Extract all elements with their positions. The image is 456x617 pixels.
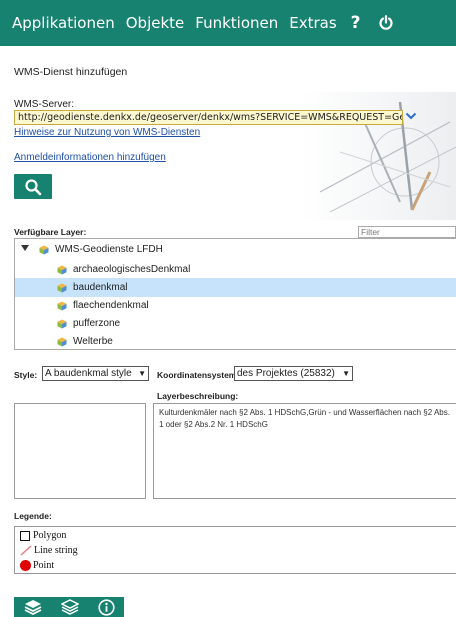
layers-add-icon[interactable] xyxy=(24,599,42,615)
layer-item-archaeologischesdenkmal[interactable]: archaeologischesDenkmal xyxy=(15,260,456,279)
layer-item-welterbe[interactable]: Welterbe xyxy=(15,332,456,351)
layers-icon[interactable] xyxy=(60,599,79,615)
layer-tree-root[interactable]: WMS-Geodienste LFDH xyxy=(15,240,456,259)
legend-box: Polygon Line string Point xyxy=(14,526,456,574)
available-layers-label: Verfügbare Layer: xyxy=(14,227,87,237)
layer-tree: WMS-Geodienste LFDH archaeologischesDenk… xyxy=(14,238,456,350)
menu-applikationen[interactable]: Applikationen xyxy=(12,14,115,32)
legend-item-line-string: Line string xyxy=(20,545,78,556)
line-swatch-icon xyxy=(20,545,32,556)
layer-cube-icon xyxy=(57,301,67,310)
bottom-toolbar xyxy=(14,597,124,617)
dialog-title: WMS-Dienst hinzufügen xyxy=(14,66,128,78)
layer-item-label: archaeologischesDenkmal xyxy=(73,264,191,275)
layer-root-label: WMS-Geodienste LFDH xyxy=(55,244,163,255)
collapse-triangle-icon[interactable] xyxy=(21,245,29,251)
search-icon xyxy=(25,178,42,195)
layer-item-pufferzone[interactable]: pufferzone xyxy=(15,314,456,333)
layer-item-baudenkmal[interactable]: baudenkmal xyxy=(15,278,456,297)
style-select-value: A baudenkmal style xyxy=(45,368,132,379)
layer-description-box: Kulturdenkmäler nach §2 Abs. 1 HDSchG,Gr… xyxy=(153,403,456,499)
crs-select[interactable]: des Projektes (25832) ▼ xyxy=(234,366,353,381)
wms-server-input[interactable]: http://geodienste.denkx.de/geoserver/den… xyxy=(14,110,403,125)
main-menu-bar: Applikationen Objekte Funktionen Extras … xyxy=(0,0,456,46)
layer-item-label: flaechendenkmal xyxy=(73,300,149,311)
crs-select-value: des Projektes (25832) xyxy=(237,368,335,379)
legend-item-point: Point xyxy=(20,560,54,571)
search-button[interactable] xyxy=(14,174,52,199)
style-label: Style: xyxy=(14,370,38,380)
layer-filter-input[interactable]: Filter xyxy=(358,226,456,238)
add-credentials-link[interactable]: Anmeldeinformationen hinzufügen xyxy=(14,152,166,163)
menu-extras[interactable]: Extras xyxy=(289,14,336,32)
help-symbol: ? xyxy=(350,13,361,33)
layer-description-text: Kulturdenkmäler nach §2 Abs. 1 HDSchG,Gr… xyxy=(159,408,450,429)
style-select[interactable]: A baudenkmal style ▼ xyxy=(42,366,149,381)
layer-cube-icon xyxy=(57,319,67,328)
chevron-down-icon: ▼ xyxy=(138,369,146,378)
chevron-down-icon: ▼ xyxy=(342,369,350,378)
polygon-swatch-icon xyxy=(20,530,30,541)
menu-funktionen[interactable]: Funktionen xyxy=(195,14,278,32)
layer-cube-icon xyxy=(39,245,49,254)
wms-server-label: WMS-Server: xyxy=(14,99,74,110)
layer-item-flaechendenkmal[interactable]: flaechendenkmal xyxy=(15,296,456,315)
legend-item-label: Point xyxy=(33,560,55,571)
power-icon[interactable] xyxy=(378,15,394,31)
point-swatch-icon xyxy=(20,560,31,571)
wms-hint-link[interactable]: Hinweise zur Nutzung von WMS-Diensten xyxy=(14,127,200,138)
legend-item-label: Polygon xyxy=(33,530,67,541)
layer-cube-icon xyxy=(57,265,67,274)
layer-preview-box xyxy=(14,403,146,499)
layer-description-label: Layerbeschreibung: xyxy=(157,391,239,401)
layer-cube-icon xyxy=(57,283,67,292)
legend-label: Legende: xyxy=(14,511,52,521)
menu-objekte[interactable]: Objekte xyxy=(126,14,185,32)
info-icon[interactable] xyxy=(97,598,115,616)
legend-item-polygon: Polygon xyxy=(20,530,66,541)
layer-item-label: Welterbe xyxy=(73,336,113,347)
layer-cube-icon xyxy=(57,337,67,346)
layer-item-label: pufferzone xyxy=(73,318,121,329)
crs-label: Koordinatensystem: xyxy=(157,370,240,380)
chevron-down-icon[interactable] xyxy=(405,111,417,121)
help-icon[interactable]: ? xyxy=(351,13,361,33)
legend-item-label: Line string xyxy=(34,545,78,556)
layer-item-label: baudenkmal xyxy=(73,282,128,293)
